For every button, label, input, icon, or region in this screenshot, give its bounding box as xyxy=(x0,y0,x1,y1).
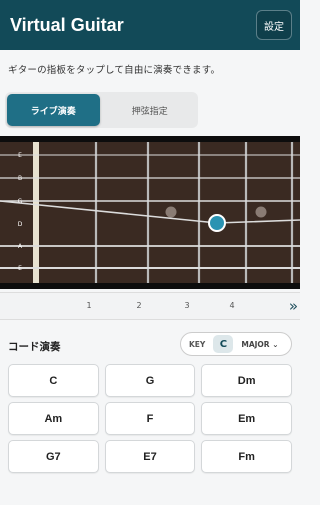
fret-number-2: 2 xyxy=(136,301,142,310)
fret-numbers-bar: 1 2 3 4 » xyxy=(0,292,300,320)
double-chevron-right-icon[interactable]: » xyxy=(289,297,298,315)
chord-button-em[interactable]: Em xyxy=(201,402,292,435)
tab-live[interactable]: ライブ演奏 xyxy=(7,94,100,126)
string-label-d: D xyxy=(18,221,23,228)
nut xyxy=(33,142,39,283)
fret-inlay-3 xyxy=(165,206,177,218)
app-header: Virtual Guitar 設定 xyxy=(0,0,300,50)
key-selector[interactable]: KEY C MAJOR ⌄ xyxy=(180,332,292,356)
fretboard[interactable]: E B G D A E xyxy=(0,136,300,289)
chord-section-title: コード演奏 xyxy=(8,341,61,353)
fret-inlay-5 xyxy=(255,206,267,218)
chord-button-fm[interactable]: Fm xyxy=(201,440,292,473)
fret-number-1: 1 xyxy=(86,301,92,310)
chord-button-e7[interactable]: E7 xyxy=(104,440,196,473)
chord-grid: C G Dm Am F Em G7 E7 Fm xyxy=(8,364,292,473)
chord-button-am[interactable]: Am xyxy=(8,402,99,435)
fret-number-3: 3 xyxy=(184,301,190,310)
chord-button-c[interactable]: C xyxy=(8,364,99,397)
string-label-e-low: E xyxy=(18,265,22,272)
string-label-b: B xyxy=(18,175,22,182)
chord-button-g[interactable]: G xyxy=(104,364,196,397)
string-label-e-high: E xyxy=(18,152,22,159)
settings-button[interactable]: 設定 xyxy=(256,10,292,40)
string-label-g: G xyxy=(18,198,23,205)
chord-button-dm[interactable]: Dm xyxy=(201,364,292,397)
fret-number-4: 4 xyxy=(229,301,235,310)
key-value[interactable]: C xyxy=(213,335,234,353)
chord-button-g7[interactable]: G7 xyxy=(8,440,99,473)
key-label: KEY xyxy=(189,339,206,349)
app-title: Virtual Guitar xyxy=(10,14,124,35)
scale-mode-select[interactable]: MAJOR ⌄ xyxy=(241,340,278,349)
instruction-text: ギターの指板をタップして自由に演奏できます。 xyxy=(8,65,221,76)
chord-button-f[interactable]: F xyxy=(104,402,196,435)
chevron-down-icon: ⌄ xyxy=(272,339,279,349)
tab-fret-select[interactable]: 押弦指定 xyxy=(104,94,197,126)
active-note-marker[interactable] xyxy=(208,214,226,232)
scale-mode-value: MAJOR xyxy=(241,339,270,349)
mode-tabs: ライブ演奏 押弦指定 xyxy=(5,92,198,128)
